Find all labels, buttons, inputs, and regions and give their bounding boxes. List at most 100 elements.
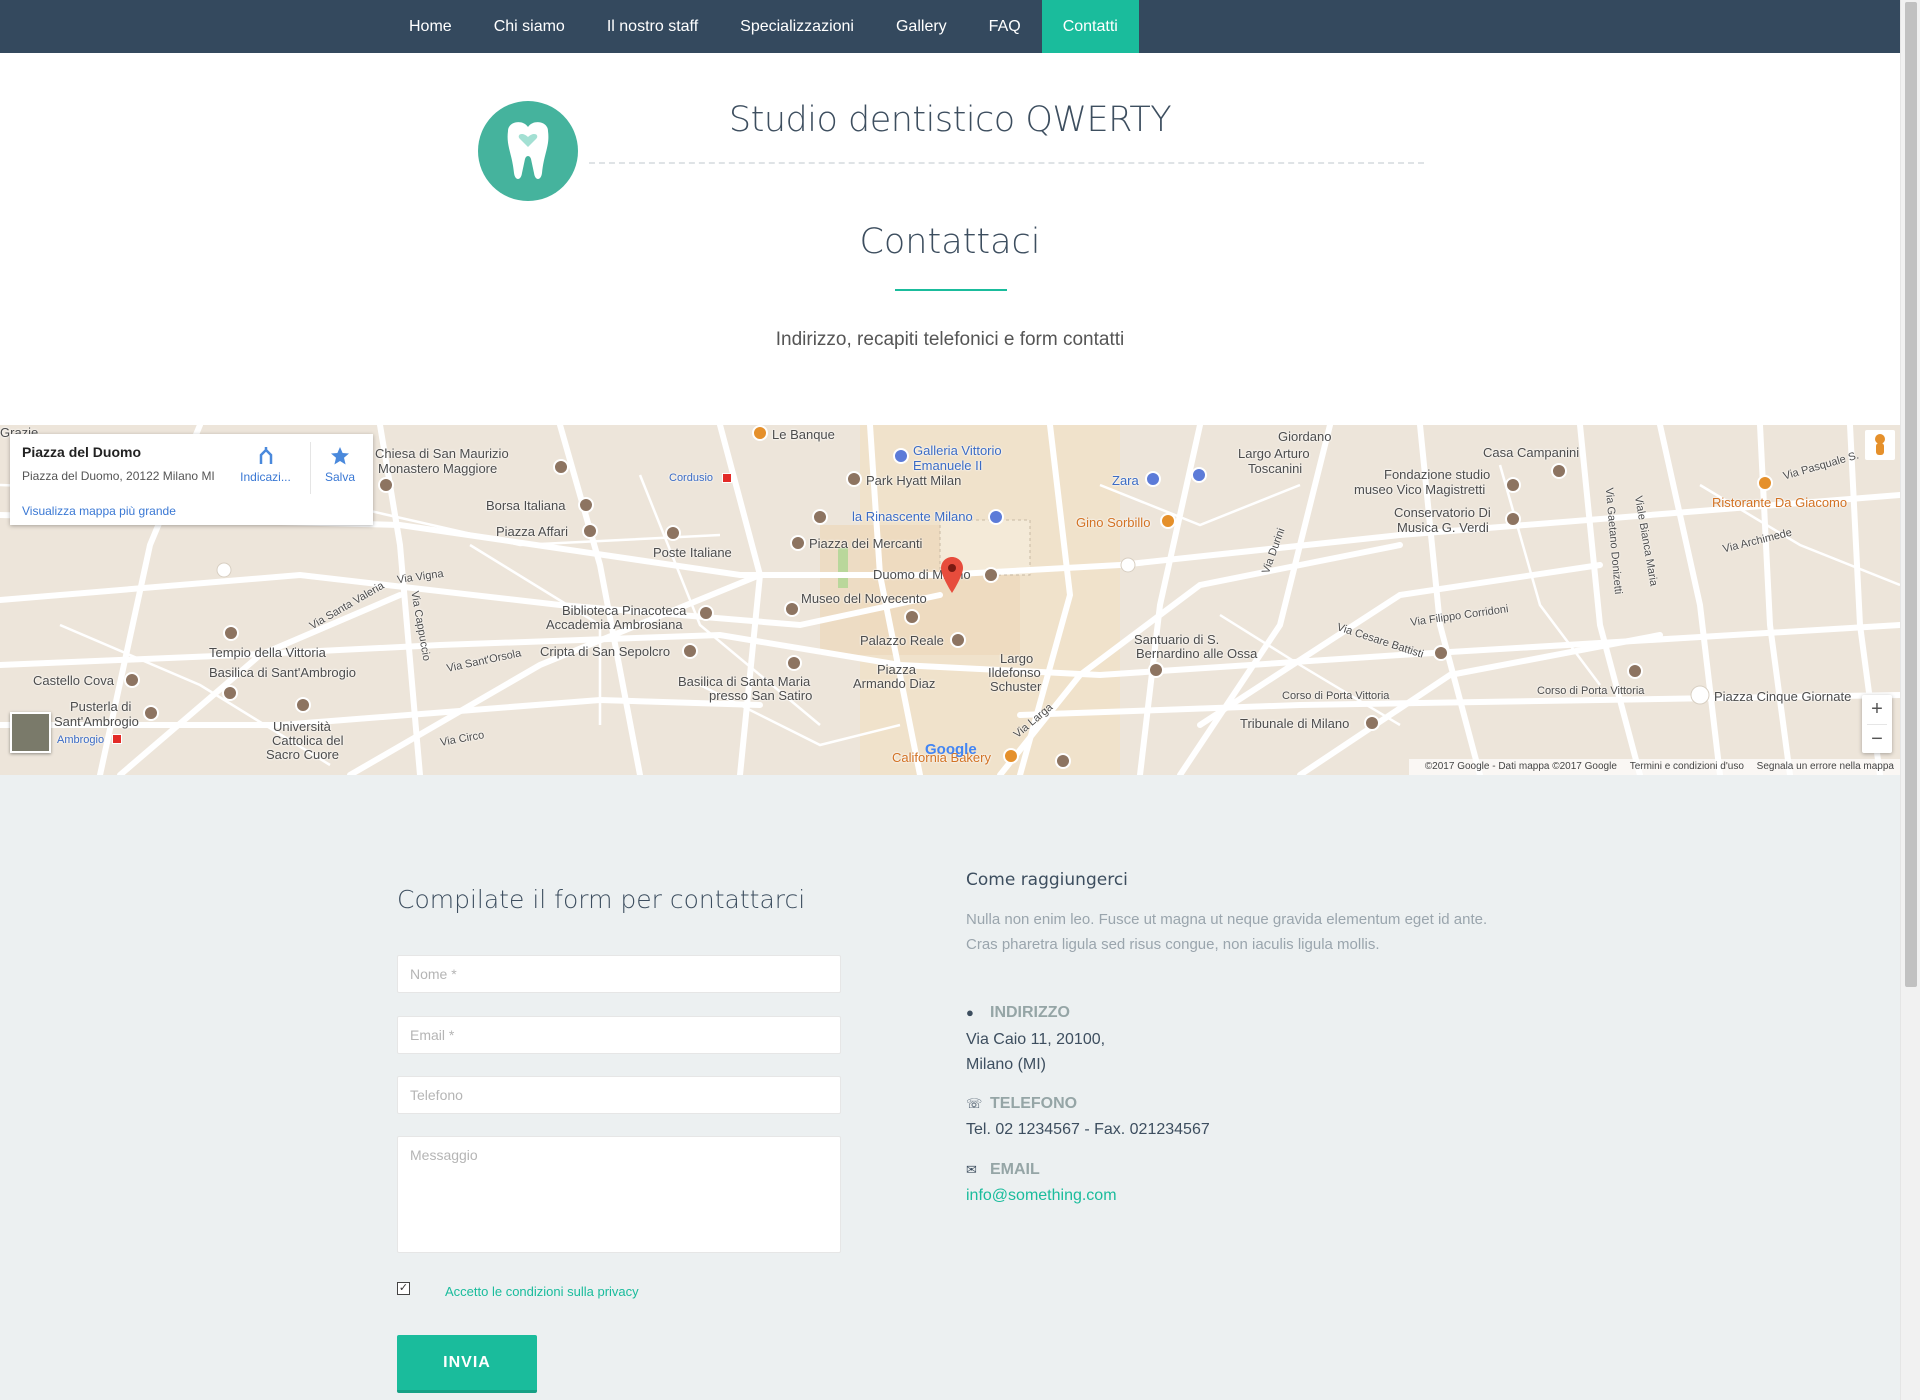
email-heading-label: EMAIL (990, 1161, 1040, 1178)
address-heading: ● INDIRIZZO (966, 1004, 1070, 1022)
larger-map-link[interactable]: Visualizza mappa più grande (22, 504, 176, 518)
save-place-button[interactable]: Salva (317, 444, 363, 484)
landmark-marker-icon[interactable] (790, 535, 806, 551)
map-label: Biblioteca Pinacoteca (562, 603, 687, 618)
museum-marker-icon[interactable] (904, 609, 920, 625)
landmark-marker-icon[interactable] (582, 523, 598, 539)
museum-marker-icon[interactable] (553, 459, 569, 475)
landmark-marker-icon[interactable] (578, 497, 594, 513)
hotel-marker-icon[interactable] (846, 471, 862, 487)
church-marker-icon[interactable] (786, 655, 802, 671)
map-label: museo Vico Magistretti (1354, 482, 1486, 497)
restaurant-marker-icon[interactable] (752, 425, 768, 441)
location-pin-icon[interactable] (941, 557, 963, 593)
street-view-pegman-icon[interactable] (1865, 430, 1895, 460)
directions-icon (259, 447, 272, 464)
landmark-marker-icon[interactable] (143, 705, 159, 721)
map-label: Chiesa di San Maurizio (375, 446, 509, 461)
museum-marker-icon[interactable] (1505, 477, 1521, 493)
message-textarea[interactable] (397, 1136, 841, 1253)
nav-item-faq[interactable]: FAQ (968, 0, 1042, 53)
phone-input[interactable] (397, 1076, 841, 1114)
map-label: Piazza Cinque Giornate (1714, 689, 1852, 704)
nav-item-specializzazioni[interactable]: Specializzazioni (719, 0, 875, 53)
phone-heading-label: TELEFONO (990, 1095, 1078, 1112)
envelope-icon: ✉ (966, 1162, 977, 1177)
address-line-2: Milano (MI) (966, 1056, 1047, 1073)
map-label: Largo Arturo (1238, 446, 1310, 461)
scrollbar-thumb[interactable] (1905, 2, 1917, 987)
church-marker-icon[interactable] (682, 643, 698, 659)
map-label: Poste Italiane (653, 545, 732, 560)
restaurant-marker-icon[interactable] (1003, 748, 1019, 764)
church-marker-icon[interactable] (784, 601, 800, 617)
landmark-marker-icon[interactable] (223, 625, 239, 641)
metro-station-icon[interactable] (112, 734, 122, 744)
restaurant-marker-icon[interactable] (1160, 513, 1176, 529)
library-marker-icon[interactable] (698, 605, 714, 621)
map-label: Park Hyatt Milan (866, 473, 962, 488)
metro-station-icon[interactable] (722, 473, 732, 483)
google-logo: Google (925, 741, 977, 758)
contact-section: Compilate il form per contattarci ✓ Acce… (0, 775, 1900, 1400)
church-marker-icon[interactable] (222, 685, 238, 701)
map-label: Giordano (1278, 429, 1332, 444)
submit-button[interactable]: INVIA (397, 1335, 537, 1393)
shopping-marker-icon[interactable] (988, 509, 1004, 525)
privacy-checkbox[interactable]: ✓ (397, 1282, 410, 1295)
church-marker-icon[interactable] (1148, 662, 1164, 678)
church-marker-icon[interactable] (1433, 645, 1449, 661)
map-label: Basilica di Sant'Ambrogio (209, 665, 356, 680)
school-marker-icon[interactable] (1505, 511, 1521, 527)
directions-button[interactable]: Indicazi... (238, 444, 293, 484)
brand-divider (589, 162, 1424, 164)
shopping-marker-icon[interactable] (1191, 467, 1207, 483)
email-input[interactable] (397, 1016, 841, 1054)
zoom-out-button[interactable]: − (1862, 725, 1892, 754)
nav-item-gallery[interactable]: Gallery (875, 0, 968, 53)
nav-item-staff[interactable]: Il nostro staff (586, 0, 719, 53)
map-zoom-control: + − (1862, 695, 1892, 753)
school-marker-icon[interactable] (295, 697, 311, 713)
landmark-marker-icon[interactable] (124, 672, 140, 688)
museum-marker-icon[interactable] (950, 632, 966, 648)
shopping-marker-icon[interactable] (893, 448, 909, 464)
map-label: Basilica di Santa Maria (678, 674, 811, 689)
map-report-link[interactable]: Segnala un errore nella mappa (1757, 761, 1894, 772)
star-icon (331, 447, 349, 465)
landmark-marker-icon[interactable] (1551, 463, 1567, 479)
zoom-in-button[interactable]: + (1862, 695, 1892, 724)
map-label: Casa Campanini (1483, 445, 1580, 460)
map-label: Piazza Affari (496, 524, 569, 539)
map-label: Galleria Vittorio (913, 443, 1002, 458)
map-label: Pusterla di (70, 699, 132, 714)
name-input[interactable] (397, 955, 841, 993)
church-marker-icon[interactable] (983, 567, 999, 583)
google-map[interactable]: Grazie Le Banque Galleria Vittorio Emanu… (0, 425, 1900, 775)
post-office-marker-icon[interactable] (665, 525, 681, 541)
nav-item-home[interactable]: Home (388, 0, 473, 53)
courthouse-marker-icon[interactable] (1364, 715, 1380, 731)
map-terms-link[interactable]: Termini e condizioni d'uso (1630, 761, 1744, 772)
landmark-marker-icon[interactable] (812, 509, 828, 525)
map-attribution: ©2017 Google - Dati mappa ©2017 Google T… (1408, 759, 1900, 775)
restaurant-marker-icon[interactable] (1757, 475, 1773, 491)
phone-value: Tel. 02 1234567 - Fax. 021234567 (966, 1121, 1210, 1138)
privacy-label[interactable]: Accetto le condizioni sulla privacy (445, 1284, 639, 1299)
map-label: Santuario di S. (1134, 632, 1220, 647)
email-link[interactable]: info@something.com (966, 1183, 1117, 1208)
satellite-view-thumbnail[interactable] (10, 712, 51, 753)
map-label: Sacro Cuore (266, 747, 339, 762)
email-heading: ✉ EMAIL (966, 1161, 1040, 1179)
page-scrollbar[interactable] (1900, 0, 1920, 1400)
nav-menu: Home Chi siamo Il nostro staff Specializ… (388, 0, 1139, 53)
map-label: Fondazione studio (1384, 467, 1491, 482)
nav-item-contatti[interactable]: Contatti (1041, 0, 1139, 53)
map-label: Cattolica del (272, 733, 344, 748)
shopping-marker-icon[interactable] (1145, 471, 1161, 487)
nav-item-chi-siamo[interactable]: Chi siamo (473, 0, 586, 53)
tooth-heart-icon[interactable] (478, 101, 578, 201)
church-marker-icon[interactable] (1627, 663, 1643, 679)
landmark-marker-icon[interactable] (1055, 753, 1071, 769)
church-marker-icon[interactable] (378, 477, 394, 493)
